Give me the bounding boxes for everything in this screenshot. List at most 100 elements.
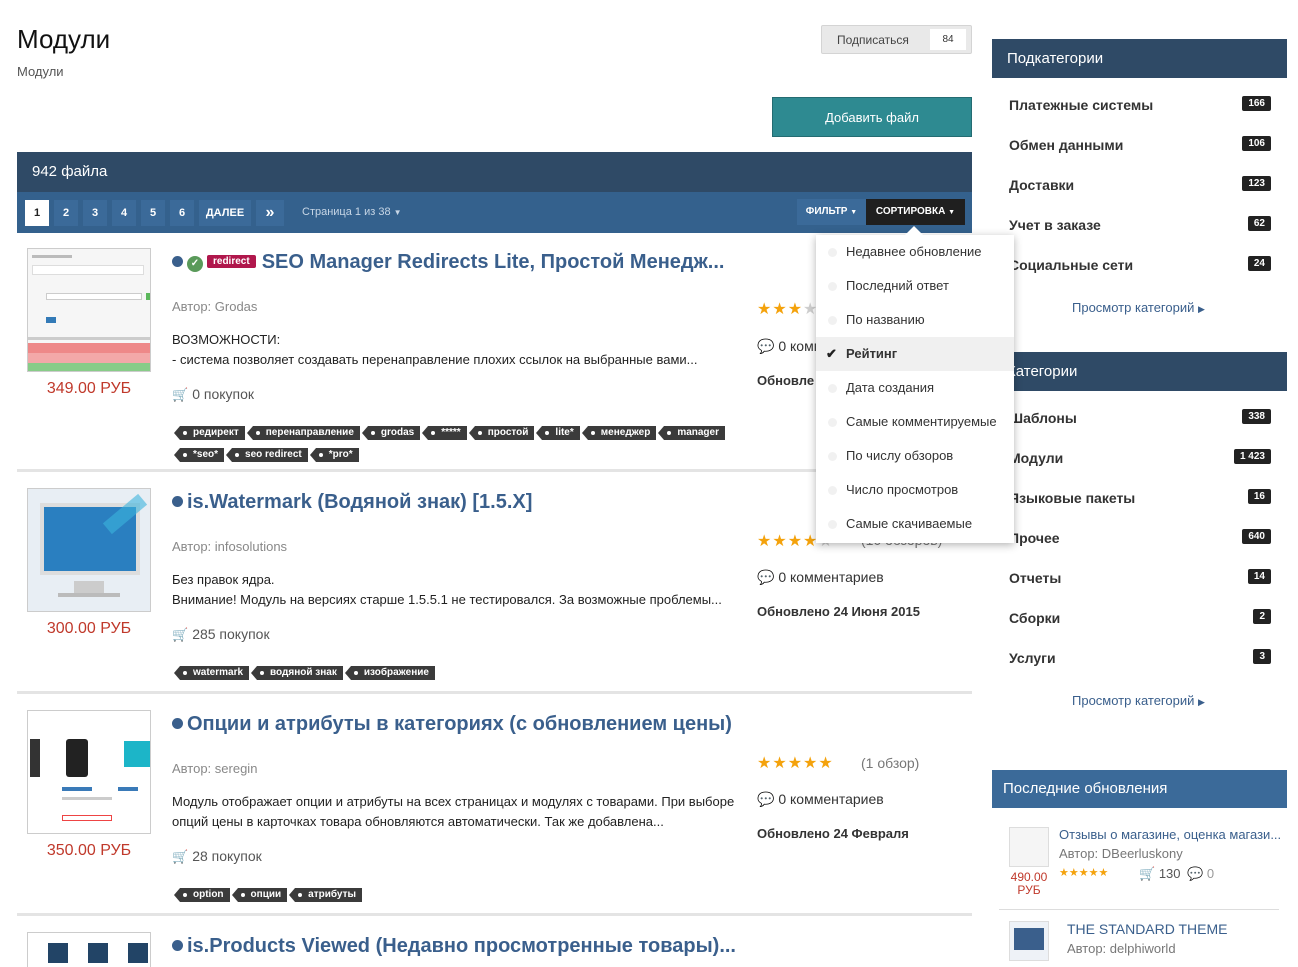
- sort-option[interactable]: Число просмотров: [816, 473, 1014, 507]
- update-thumbnail[interactable]: [1009, 827, 1049, 867]
- sort-option[interactable]: Самые скачиваемые: [816, 507, 1014, 541]
- sidebar-category-item[interactable]: Услуги 3: [1009, 649, 1271, 666]
- update-purchases: 🛒 130: [1139, 866, 1181, 882]
- sidebar-category-item[interactable]: Сборки 2: [1009, 609, 1271, 626]
- file-title-text[interactable]: SEO Manager Redirects Lite, Простой Мене…: [262, 251, 725, 273]
- sort-dropdown-caret: [905, 226, 923, 235]
- file-author[interactable]: Автор: Grodas: [172, 299, 257, 314]
- sort-option[interactable]: ✔ Рейтинг: [816, 337, 1014, 371]
- file-tag[interactable]: менеджер: [581, 426, 657, 440]
- file-tag[interactable]: seo redirect: [226, 448, 308, 462]
- file-tag[interactable]: *****: [422, 426, 467, 440]
- file-tag[interactable]: watermark: [173, 666, 250, 680]
- file-tag[interactable]: option: [174, 888, 230, 902]
- file-thumbnail[interactable]: [27, 932, 151, 967]
- page-button-3[interactable]: 3: [83, 200, 107, 226]
- radio-icon: [828, 316, 837, 325]
- sort-option[interactable]: Недавнее обновление: [816, 235, 1014, 269]
- file-tag[interactable]: изображение: [344, 666, 435, 680]
- file-title[interactable]: ✓ redirect SEO Manager Redirects Lite, Про…: [172, 251, 724, 274]
- file-reviews: (1 обзор): [861, 755, 920, 771]
- subscribe-button[interactable]: Подписаться 84: [821, 25, 972, 54]
- caret-down-icon: ▼: [393, 208, 402, 217]
- page-button-6[interactable]: 6: [170, 200, 194, 226]
- file-comments[interactable]: 💬 0 комм: [757, 338, 823, 355]
- file-author[interactable]: Автор: seregin: [172, 761, 257, 776]
- sidebar-category-item[interactable]: Отчеты 14: [1009, 569, 1271, 586]
- sidebar-category-item[interactable]: Учет в заказе 62: [1009, 216, 1271, 233]
- star-icon: ★: [787, 301, 804, 318]
- purchases-text: 285 покупок: [192, 626, 270, 642]
- sort-option-label: Самые комментируемые: [846, 414, 997, 429]
- breadcrumb[interactable]: Модули: [17, 64, 64, 79]
- view-categories-link[interactable]: Просмотр категорий ▶: [1072, 300, 1205, 315]
- file-title-text[interactable]: is.Products Viewed (Недавно просмотренны…: [187, 935, 736, 957]
- sidebar-category-item[interactable]: Шаблоны 338: [1009, 409, 1271, 426]
- sidebar-category-item[interactable]: Обмен данными 106: [1009, 136, 1271, 153]
- file-author[interactable]: Автор: infosolutions: [172, 539, 287, 554]
- sidebar-category-item[interactable]: Языковые пакеты 16: [1009, 489, 1271, 506]
- file-tag[interactable]: опции: [231, 888, 288, 902]
- sort-option[interactable]: Дата создания: [816, 371, 1014, 405]
- file-title[interactable]: is.Products Viewed (Недавно просмотренны…: [172, 935, 736, 958]
- file-title-text[interactable]: is.Watermark (Водяной знак) [1.5.X]: [187, 491, 532, 513]
- file-tags: watermark водяной знак изображение: [173, 662, 760, 684]
- file-thumbnail[interactable]: [27, 248, 151, 372]
- file-tag[interactable]: *seo*: [173, 448, 225, 462]
- sort-button[interactable]: СОРТИРОВКА ▼: [866, 199, 965, 225]
- page-jump[interactable]: Страница 1 из 38 ▼: [302, 206, 402, 218]
- file-title-text[interactable]: Опции и атрибуты в категориях (с обновле…: [187, 713, 732, 735]
- category-count-badge: 16: [1247, 489, 1271, 504]
- file-tag[interactable]: перенаправление: [246, 426, 360, 440]
- check-icon: ✔: [826, 346, 837, 361]
- cart-icon: 🛒: [1139, 866, 1156, 881]
- sort-option-label: По числу обзоров: [846, 448, 954, 463]
- file-tag[interactable]: grodas: [361, 426, 421, 440]
- sort-option[interactable]: По названию: [816, 303, 1014, 337]
- file-thumbnail[interactable]: [27, 488, 151, 612]
- sidebar-category-item[interactable]: Платежные системы 166: [1009, 96, 1271, 113]
- sort-option[interactable]: По числу обзоров: [816, 439, 1014, 473]
- file-tag[interactable]: *pro*: [309, 448, 359, 462]
- last-page-button[interactable]: »: [256, 200, 284, 226]
- star-icon: ★: [757, 533, 773, 550]
- sidebar-category-item[interactable]: Социальные сети 24: [1009, 256, 1271, 273]
- file-list-header: 942 файла: [17, 152, 972, 192]
- page-button-5[interactable]: 5: [141, 200, 165, 226]
- update-comments-count: 0: [1206, 866, 1215, 881]
- page-button-2[interactable]: 2: [54, 200, 78, 226]
- view-categories-link[interactable]: Просмотр категорий ▶: [1072, 693, 1205, 708]
- file-tag[interactable]: редирект: [174, 426, 245, 440]
- file-title[interactable]: Опции и атрибуты в категориях (с обновле…: [172, 713, 732, 736]
- filter-button[interactable]: ФИЛЬТР ▼: [797, 199, 866, 225]
- sort-option[interactable]: Последний ответ: [816, 269, 1014, 303]
- sidebar-category-item[interactable]: Модули 1 423: [1009, 449, 1271, 466]
- page-button-4[interactable]: 4: [112, 200, 136, 226]
- file-title[interactable]: is.Watermark (Водяной знак) [1.5.X]: [172, 491, 532, 514]
- category-count-badge: 106: [1242, 136, 1271, 151]
- update-thumbnail[interactable]: [1009, 921, 1049, 961]
- sidebar-category-item[interactable]: Доставки 123: [1009, 176, 1271, 193]
- page-title: Модули: [17, 24, 111, 54]
- next-page-button[interactable]: ДАЛЕЕ: [199, 200, 251, 226]
- file-tag[interactable]: атрибуты: [289, 888, 363, 902]
- file-separator: [17, 913, 972, 916]
- file-tag[interactable]: lite*: [536, 426, 580, 440]
- update-author[interactable]: Автор: DBeerluskony: [1059, 846, 1183, 861]
- sidebar-category-item[interactable]: Прочее 640: [1009, 529, 1271, 546]
- update-author[interactable]: Автор: delphiworld: [1067, 941, 1176, 956]
- file-comments[interactable]: 💬 0 комментариев: [757, 569, 884, 586]
- cart-icon: 🛒: [172, 849, 189, 864]
- file-comments[interactable]: 💬 0 комментариев: [757, 791, 884, 808]
- category-name: Учет в заказе: [1009, 217, 1101, 233]
- sort-option[interactable]: Самые комментируемые: [816, 405, 1014, 439]
- file-badge[interactable]: redirect: [207, 255, 256, 268]
- file-thumbnail[interactable]: [27, 710, 151, 834]
- page-button-1[interactable]: 1: [25, 200, 49, 226]
- file-tag[interactable]: простой: [468, 426, 535, 440]
- file-tag[interactable]: manager: [658, 426, 725, 440]
- update-title[interactable]: Отзывы о магазине, оценка магази...: [1059, 827, 1281, 842]
- update-title[interactable]: THE STANDARD THEME: [1067, 921, 1228, 937]
- file-tag[interactable]: водяной знак: [251, 666, 343, 680]
- add-file-button[interactable]: Добавить файл: [772, 97, 972, 137]
